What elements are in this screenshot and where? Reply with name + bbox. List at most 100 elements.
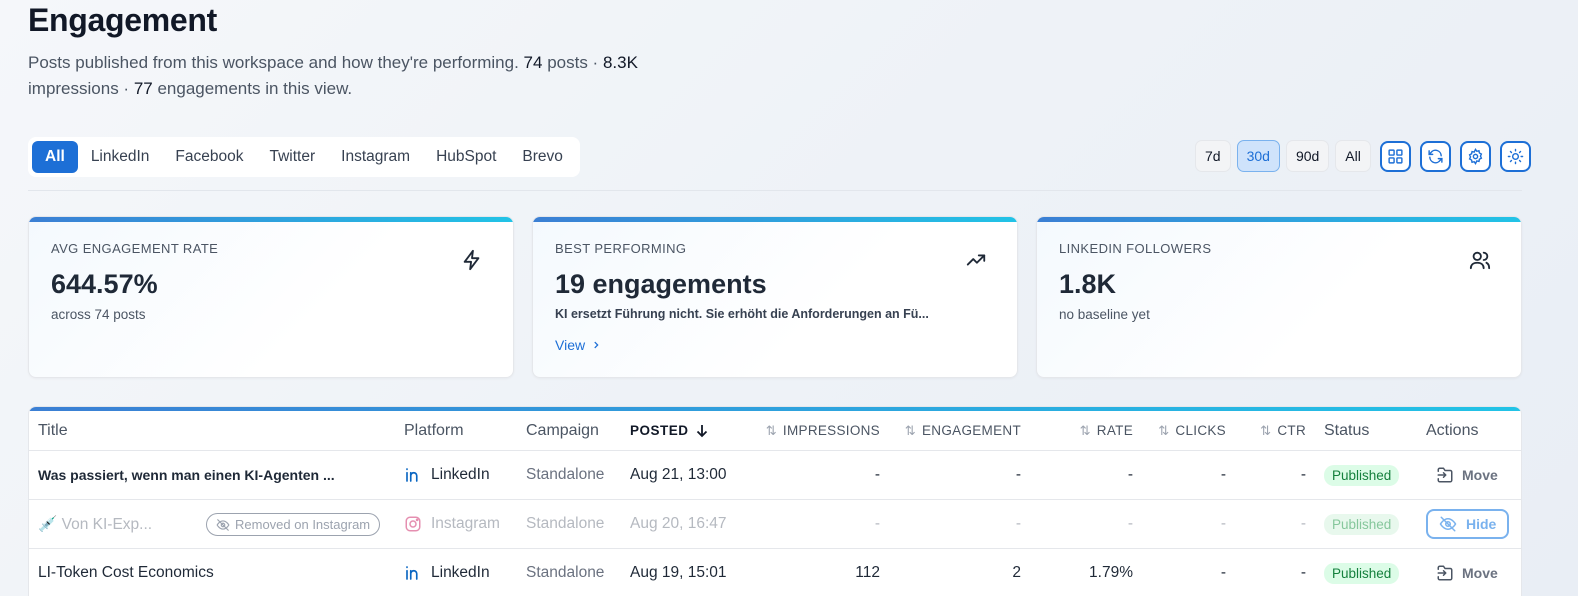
move-button[interactable]: Move (1436, 549, 1498, 596)
range-30d-button[interactable]: 30d (1236, 140, 1280, 172)
col-impressions[interactable]: ⇅ IMPRESSIONS (749, 411, 880, 450)
range-90d-button[interactable]: 90d (1285, 140, 1330, 172)
post-clicks: - (1220, 515, 1226, 532)
linkedin-icon (406, 468, 418, 482)
trending-up-icon (966, 254, 986, 266)
post-platform: Instagram (404, 500, 500, 548)
sort-icon: ⇅ (1158, 422, 1170, 438)
range-and-tools: 7d 30d 90d All (1195, 140, 1531, 172)
status-cell: Published (1324, 549, 1400, 596)
platform-filter-tabs: All LinkedIn Facebook Twitter Instagram … (28, 137, 580, 177)
eye-off-icon (1439, 516, 1457, 532)
card-label: BEST PERFORMING (555, 241, 687, 256)
view-best-post-link[interactable]: View (555, 337, 601, 353)
posts-table: Title Platform Campaign POSTED ⇅ IMPRESSI… (28, 406, 1522, 596)
table-row[interactable]: Was passiert, wenn man einen KI-Agenten … (29, 451, 1521, 500)
post-date: Aug 21, 13:00 (630, 466, 727, 483)
post-title[interactable]: 💉 Von KI-Exp... (38, 500, 152, 548)
settings-button[interactable] (1459, 140, 1491, 172)
col-engagement[interactable]: ⇅ ENGAGEMENT (889, 411, 1021, 450)
grid-view-button[interactable] (1379, 140, 1411, 172)
engagements-total: 77 (133, 79, 153, 98)
post-impressions: 112 (855, 564, 880, 581)
gear-icon (1468, 147, 1483, 165)
card-value: 19 engagements (555, 269, 767, 299)
move-button[interactable]: Move (1436, 451, 1498, 499)
card-sub: across 74 posts (51, 307, 146, 322)
col-platform[interactable]: Platform (404, 411, 464, 450)
move-icon (1437, 467, 1453, 483)
col-rate[interactable]: ⇅ RATE (1049, 411, 1133, 450)
impressions-total: 8.3K (602, 53, 638, 72)
post-title[interactable]: Was passiert, wenn man einen KI-Agenten … (38, 451, 335, 499)
best-post-excerpt: KI ersetzt Führung nicht. Sie erhöht die… (555, 307, 929, 321)
posts-count: 74 (523, 53, 543, 72)
post-date: Aug 20, 16:47 (630, 515, 727, 532)
post-rate: - (1127, 466, 1133, 483)
linkedin-followers-card: LINKEDIN FOLLOWERS 1.8K no baseline yet (1036, 216, 1522, 378)
view-link-label: View (555, 337, 586, 353)
card-sub: no baseline yet (1059, 307, 1150, 322)
sort-icon: ⇅ (1260, 422, 1272, 438)
page-subtitle: Posts published from this workspace and … (28, 53, 638, 98)
lightning-icon (463, 249, 480, 271)
col-campaign[interactable]: Campaign (526, 411, 599, 450)
range-all-button[interactable]: All (1335, 140, 1371, 172)
post-impressions: - (874, 515, 880, 532)
tab-twitter[interactable]: Twitter (257, 141, 329, 173)
table-header-row: Title Platform Campaign POSTED ⇅ IMPRESSI… (29, 411, 1521, 451)
chevron-right-icon (594, 341, 599, 349)
post-date: Aug 19, 15:01 (630, 564, 727, 581)
tab-instagram[interactable]: Instagram (328, 141, 423, 173)
post-campaign: Standalone (526, 466, 605, 483)
col-clicks[interactable]: ⇅ CLICKS (1139, 411, 1226, 450)
col-status: Status (1324, 421, 1370, 439)
post-rate: 1.79% (1089, 564, 1133, 581)
avg-engagement-card: AVG ENGAGEMENT RATE 644.57% across 74 po… (28, 216, 514, 378)
instagram-icon (405, 516, 421, 532)
post-campaign: Standalone (526, 564, 605, 581)
col-title[interactable]: Title (38, 411, 68, 450)
refresh-icon (1428, 149, 1443, 163)
status-cell: Published (1324, 500, 1400, 548)
move-icon (1437, 565, 1453, 581)
hide-action-cell: Hide (1426, 500, 1510, 548)
post-clicks: - (1220, 564, 1226, 581)
hide-button[interactable]: Hide (1426, 509, 1510, 539)
best-performing-card: BEST PERFORMING 19 engagements KI ersetz… (532, 216, 1018, 378)
post-title[interactable]: LI-Token Cost Economics (38, 549, 214, 596)
sun-icon (1507, 148, 1524, 164)
range-7d-button[interactable]: 7d (1195, 140, 1231, 172)
status-badge: Published (1324, 562, 1400, 584)
post-rate: - (1127, 515, 1133, 532)
card-label: AVG ENGAGEMENT RATE (51, 241, 219, 256)
sort-icon: ⇅ (1079, 422, 1091, 438)
divider (28, 190, 1522, 191)
post-engagement: - (1015, 515, 1021, 532)
post-engagement: - (1015, 466, 1021, 483)
card-value: 644.57% (51, 269, 158, 299)
tab-facebook[interactable]: Facebook (162, 141, 256, 173)
tab-hubspot[interactable]: HubSpot (423, 141, 509, 173)
card-value: 1.8K (1059, 269, 1117, 299)
post-platform: LinkedIn (404, 451, 490, 499)
table-row[interactable]: 💉 Von KI-Exp... Removed on Instagram Ins… (29, 500, 1521, 549)
post-ctr: - (1300, 466, 1306, 483)
post-clicks: - (1220, 466, 1226, 483)
tab-linkedin[interactable]: LinkedIn (78, 141, 163, 173)
table-row[interactable]: LI-Token Cost Economics LinkedIn Standal… (29, 549, 1521, 596)
sort-icon: ⇅ (904, 422, 916, 438)
col-ctr[interactable]: ⇅ CTR (1244, 411, 1306, 450)
page-title: Engagement (28, 2, 218, 38)
col-posted[interactable]: POSTED (630, 411, 708, 450)
post-platform: LinkedIn (404, 549, 490, 596)
grid-icon (1388, 148, 1403, 164)
tab-brevo[interactable]: Brevo (509, 141, 576, 173)
removed-badge: Removed on Instagram (206, 513, 381, 536)
tab-all[interactable]: All (32, 141, 78, 173)
post-campaign: Standalone (526, 515, 605, 532)
refresh-button[interactable] (1419, 140, 1451, 172)
status-badge: Published (1324, 464, 1400, 486)
theme-toggle-button[interactable] (1499, 140, 1531, 172)
arrow-down-icon (696, 424, 707, 437)
